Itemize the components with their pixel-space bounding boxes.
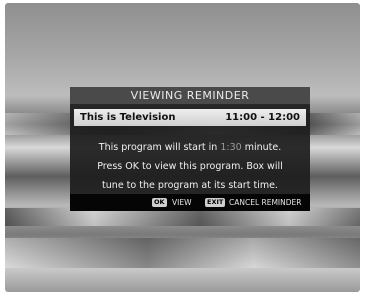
message-line-3: tune to the program at its start time. [102,180,278,191]
ok-key-badge[interactable]: OK [152,198,167,207]
background-wave [5,238,360,268]
exit-key-badge[interactable]: EXIT [205,198,226,207]
program-time-range: 11:00 - 12:00 [225,112,300,123]
message-line-2: Press OK to view this program. Box will [97,161,283,172]
message-line-1: This program will start in 1:30 minute. [74,138,306,157]
program-name: This is Television [80,112,176,123]
view-action-label[interactable]: VIEW [172,194,192,211]
viewing-reminder-dialog: VIEWING REMINDER This is Television 11:0… [70,87,310,211]
dialog-footer: OK VIEW EXIT CANCEL REMINDER [70,194,310,211]
message-text: This program will start in [98,142,221,153]
cancel-reminder-action-label[interactable]: CANCEL REMINDER [229,194,301,211]
message-text: minute. [241,142,282,153]
minutes-countdown: 1:30 [220,142,242,153]
reminder-message: This program will start in 1:30 minute. … [74,138,306,195]
dialog-body: This is Television 11:00 - 12:00 This pr… [70,104,310,194]
program-info-row: This is Television 11:00 - 12:00 [74,109,306,126]
dialog-title: VIEWING REMINDER [70,87,310,104]
